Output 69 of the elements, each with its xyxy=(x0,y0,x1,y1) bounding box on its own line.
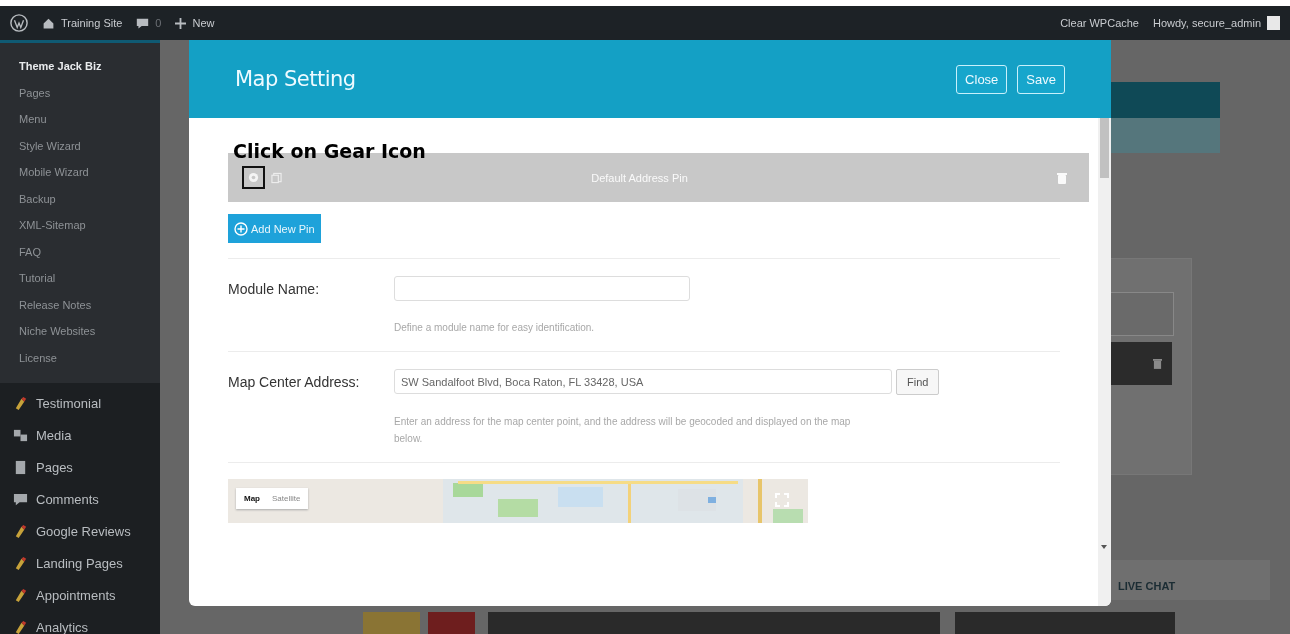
submenu-item[interactable]: Backup xyxy=(19,191,160,218)
new-link[interactable]: New xyxy=(175,17,215,29)
cache-link[interactable]: Clear WPCache xyxy=(1060,17,1139,29)
submenu-item[interactable]: Pages xyxy=(19,85,160,112)
menu-label: Pages xyxy=(36,459,73,475)
field-label: Module Name: xyxy=(228,280,321,297)
menu-label: Media xyxy=(36,427,72,443)
menu-label: Analytics xyxy=(36,619,89,634)
plus-circle-icon xyxy=(234,221,248,236)
plus-icon xyxy=(175,17,187,29)
tile-background xyxy=(363,612,420,634)
scrollbar[interactable] xyxy=(1098,118,1111,606)
avatar-icon[interactable] xyxy=(1267,16,1280,30)
comment-icon xyxy=(13,491,28,507)
media-icon xyxy=(13,427,28,443)
nav-item[interactable]: Testimonial xyxy=(0,387,160,419)
menu-label: Appointments xyxy=(36,587,116,603)
tile-background xyxy=(428,612,475,634)
submenu-title[interactable]: Theme Jack Biz xyxy=(19,59,160,86)
save-button[interactable]: Save xyxy=(1017,64,1065,94)
nav-item[interactable]: Appointments xyxy=(0,579,160,611)
map-type-tab[interactable]: Satellite xyxy=(272,494,301,503)
comment-count: 0 xyxy=(155,17,162,29)
account-link[interactable]: Howdy, secure_admin xyxy=(1153,17,1261,29)
home-icon xyxy=(42,16,55,30)
nav-item[interactable]: Pages xyxy=(0,451,160,483)
add-pin-button[interactable]: Add New Pin xyxy=(228,214,321,243)
scrollbar-thumb[interactable] xyxy=(1100,118,1109,178)
trash-icon xyxy=(1153,358,1162,369)
menu-label: Comments xyxy=(36,491,99,507)
field-background xyxy=(1110,292,1174,336)
submenu-item[interactable]: Tutorial xyxy=(19,271,160,298)
address-field[interactable]: SW Sandalfoot Blvd, Boca Raton, FL 33428, USA xyxy=(394,369,892,394)
nav-item[interactable]: Google Reviews xyxy=(0,515,160,547)
new-label: New xyxy=(192,17,215,29)
gear-highlight[interactable] xyxy=(242,166,265,189)
field-label: Map Center Address: xyxy=(228,374,361,390)
submenu-item[interactable]: XML-Sitemap xyxy=(19,218,160,245)
trash-icon[interactable] xyxy=(1057,171,1067,184)
submenu-item[interactable]: Menu xyxy=(19,112,160,139)
submenu-item[interactable]: Release Notes xyxy=(19,297,160,324)
nav-item[interactable]: Landing Pages xyxy=(0,547,160,579)
menu-label: Landing Pages xyxy=(36,555,123,571)
submenu-item[interactable]: Niche Websites xyxy=(19,324,160,351)
map-type-tab[interactable]: Map xyxy=(244,494,260,503)
nav-item[interactable]: Analytics xyxy=(0,611,160,634)
submenu-item[interactable]: Mobile Wizard xyxy=(19,165,160,192)
wordpress-logo-icon[interactable] xyxy=(10,14,28,32)
comment-icon xyxy=(136,16,150,30)
copy-icon[interactable] xyxy=(271,171,282,184)
comments-link[interactable]: 0 xyxy=(136,16,162,30)
input-field[interactable] xyxy=(394,276,690,301)
find-button[interactable]: Find xyxy=(896,369,940,395)
close-button[interactable]: Close xyxy=(956,64,1008,94)
help-text: Define a module name for easy identification. xyxy=(394,321,596,335)
nav-item[interactable]: Media xyxy=(0,419,160,451)
submenu-item[interactable]: License xyxy=(19,350,160,377)
submenu-item[interactable]: FAQ xyxy=(19,244,160,271)
live-chat-label[interactable]: LIVE CHAT xyxy=(1118,580,1176,592)
fullscreen-icon[interactable] xyxy=(775,493,789,507)
site-link[interactable]: Training Site xyxy=(42,16,123,30)
submenu-item[interactable]: Style Wizard xyxy=(19,138,160,165)
pages-icon xyxy=(13,459,28,475)
menu-label: Testimonial xyxy=(36,395,102,411)
help-text: Enter an address for the map center point, and the address will be geocoded and displayed on the map below. xyxy=(394,415,852,446)
modal-title: Map Setting xyxy=(235,67,357,91)
nav-item[interactable]: Comments xyxy=(0,483,160,515)
menu-label: Google Reviews xyxy=(36,523,131,539)
site-name: Training Site xyxy=(61,17,123,29)
